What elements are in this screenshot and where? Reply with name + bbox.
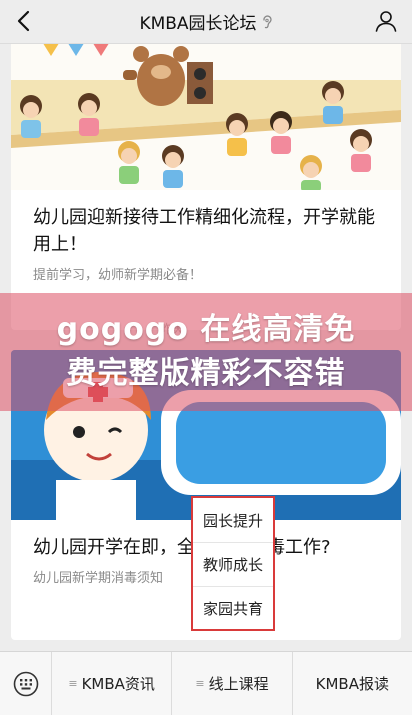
menu-lines-icon: ≡ bbox=[195, 677, 205, 690]
menu-lines-icon: ≡ bbox=[68, 677, 78, 690]
page-title: KMBA园长论坛 bbox=[139, 9, 272, 34]
top-nav-bar: KMBA园长论坛 bbox=[0, 0, 412, 44]
promo-overlay-banner[interactable]: gogogo 在线高清免 费完整版精彩不容错 bbox=[0, 293, 412, 411]
promo-line-2: 费完整版精彩不容错 bbox=[66, 356, 346, 391]
bottom-menu-bar: ≡ KMBA资讯 ≡ 线上课程 KMBA报读 bbox=[0, 651, 412, 715]
submenu-item-home-school[interactable]: 家园共育 bbox=[193, 586, 273, 630]
profile-icon[interactable] bbox=[374, 9, 398, 33]
menu-tab-kmba-news[interactable]: ≡ KMBA资讯 bbox=[52, 651, 173, 715]
menu-tab-label: KMBA报读 bbox=[315, 675, 389, 693]
article-headline[interactable]: 幼儿园迎新接待工作精细化流程，开学就能用上！ bbox=[11, 190, 401, 258]
ear-icon bbox=[262, 14, 272, 28]
keyboard-toggle[interactable] bbox=[0, 651, 52, 715]
page-title-text: KMBA园长论坛 bbox=[139, 14, 257, 34]
article-subtitle: 提前学习，幼师新学期必备！ bbox=[33, 268, 203, 283]
submenu-item-teacher-growth[interactable]: 教师成长 bbox=[193, 542, 273, 586]
back-arrow-icon[interactable] bbox=[12, 8, 38, 34]
menu-tab-label: KMBA资讯 bbox=[81, 675, 155, 693]
keyboard-icon bbox=[13, 671, 38, 696]
submenu-item-principal-growth[interactable]: 园长提升 bbox=[193, 498, 273, 542]
article-card[interactable]: 幼儿园迎新接待工作精细化流程，开学就能用上！ 提前学习，幼师新学期必备！ bbox=[11, 44, 401, 330]
promo-line-1: gogogo 在线高清免 bbox=[56, 312, 356, 347]
menu-tab-label: 线上课程 bbox=[208, 675, 269, 693]
submenu-popup: 园长提升 教师成长 家园共育 bbox=[191, 496, 275, 631]
article-cover-image bbox=[11, 44, 401, 190]
menu-tab-kmba-apply[interactable]: KMBA报读 bbox=[293, 652, 412, 715]
menu-tab-online-courses[interactable]: ≡ 线上课程 bbox=[172, 651, 293, 715]
